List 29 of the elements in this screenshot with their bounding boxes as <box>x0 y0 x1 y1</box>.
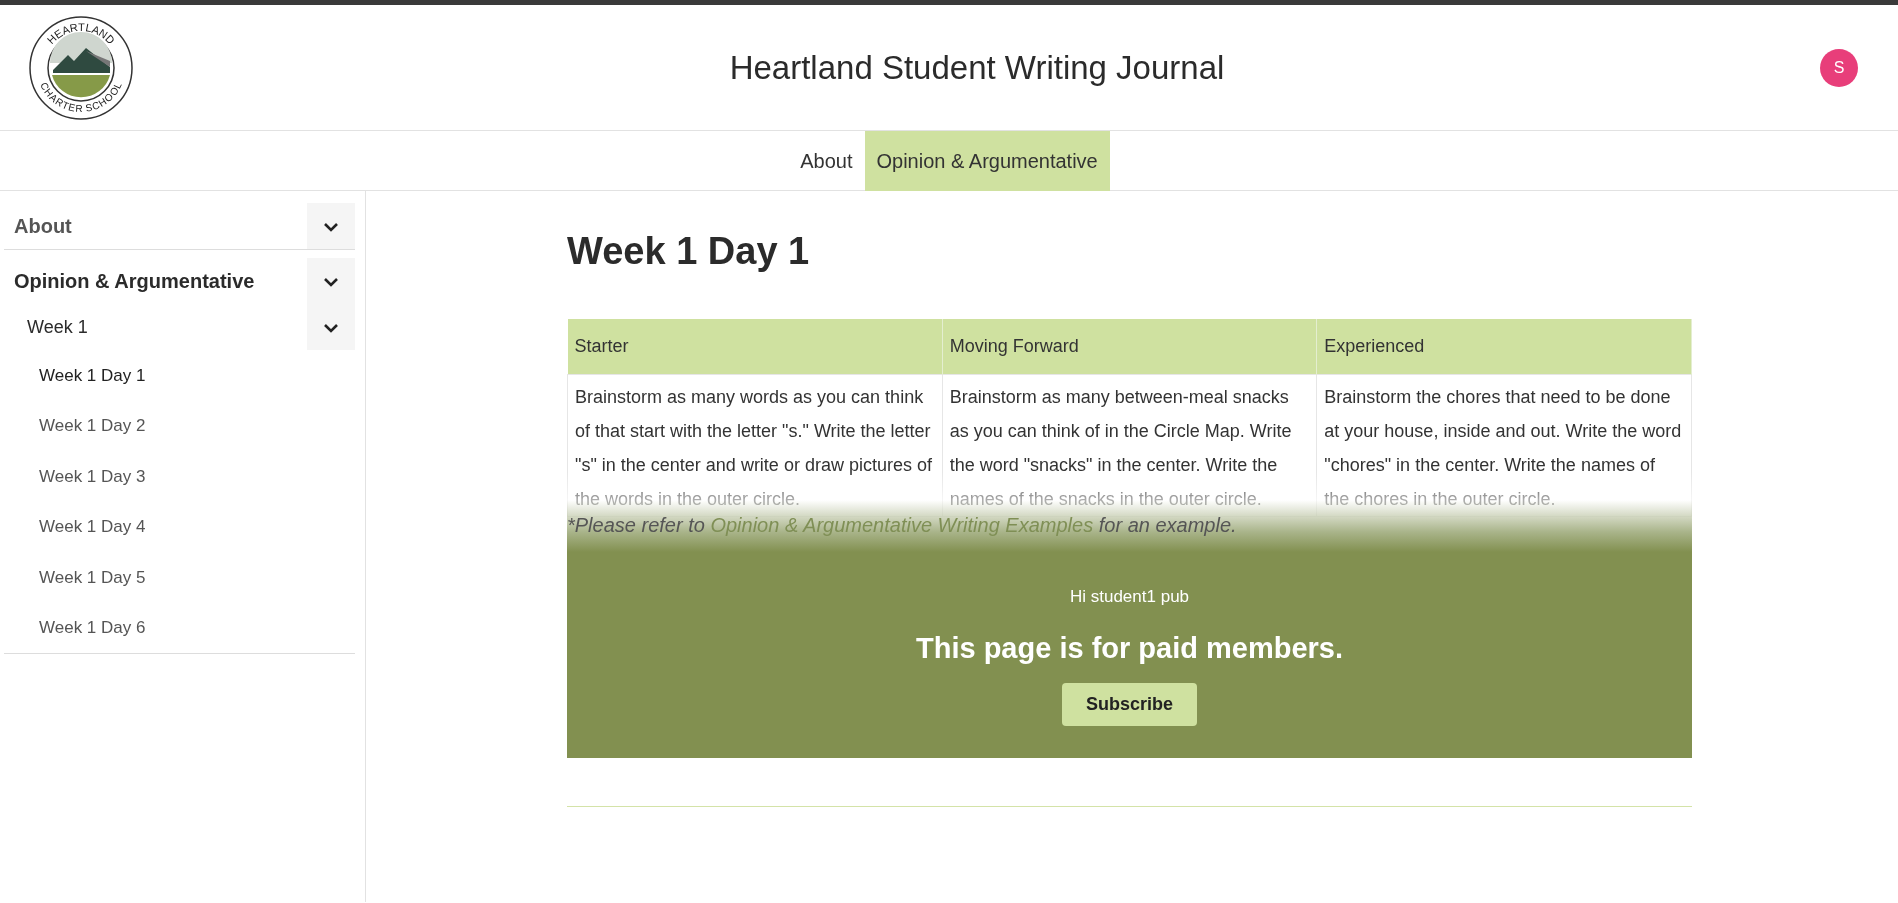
sidebar-item[interactable]: Week 1 Day 5 <box>4 552 355 603</box>
sidebar-item[interactable]: Week 1 Day 3 <box>4 451 355 502</box>
chevron-down-icon <box>323 276 339 287</box>
sidebar-item[interactable]: About <box>4 211 72 241</box>
sidebar-item[interactable]: Week 1 Day 2 <box>4 400 355 451</box>
expand-button[interactable] <box>307 258 355 304</box>
nav-tab[interactable]: Opinion & Argumentative <box>864 131 1110 191</box>
expand-button[interactable] <box>307 304 355 350</box>
sidebar-item[interactable]: Week 1 Day 4 <box>4 501 355 552</box>
expand-button[interactable] <box>307 203 355 249</box>
column-header: Starter <box>567 318 943 375</box>
table-cell: Brainstorm as many between-meal snacks as you can think of in the Circle Map. Write the word "snacks" in the center. Write the names of the snacks in the outer circle. <box>942 374 1317 517</box>
table-cell: Brainstorm as many words as you can think of that start with the letter "s." Write the letter "s" in the center and write or draw pictures of the words in the outer circle. <box>567 374 943 517</box>
column-header: Experienced <box>1316 318 1692 375</box>
subscribe-button[interactable]: Subscribe <box>1062 682 1197 726</box>
site-title: Heartland Student Writing Journal <box>729 47 1225 88</box>
sidebar-item[interactable]: Week 1 <box>4 313 88 341</box>
page-heading: Week 1 Day 1 <box>567 229 811 274</box>
nav-tab[interactable]: About <box>788 131 865 191</box>
sidebar-item[interactable]: Week 1 Day 6 <box>4 602 355 653</box>
column-header: Moving Forward <box>942 318 1317 375</box>
user-avatar[interactable]: S <box>1820 48 1858 87</box>
chevron-down-icon <box>323 322 339 333</box>
sidebar-item[interactable]: Opinion & Argumentative <box>4 266 255 296</box>
table-cell: Brainstorm the chores that need to be done at your house, inside and out. Write the word "chores" in the center. Write the names of the chores in the outer circle. <box>1316 374 1692 517</box>
chevron-down-icon <box>323 221 339 232</box>
greeting-text: Hi student1 pub <box>1069 585 1190 608</box>
paywall-message: This page is for paid members. <box>915 631 1344 667</box>
sidebar-item[interactable]: Week 1 Day 1 <box>4 350 355 401</box>
